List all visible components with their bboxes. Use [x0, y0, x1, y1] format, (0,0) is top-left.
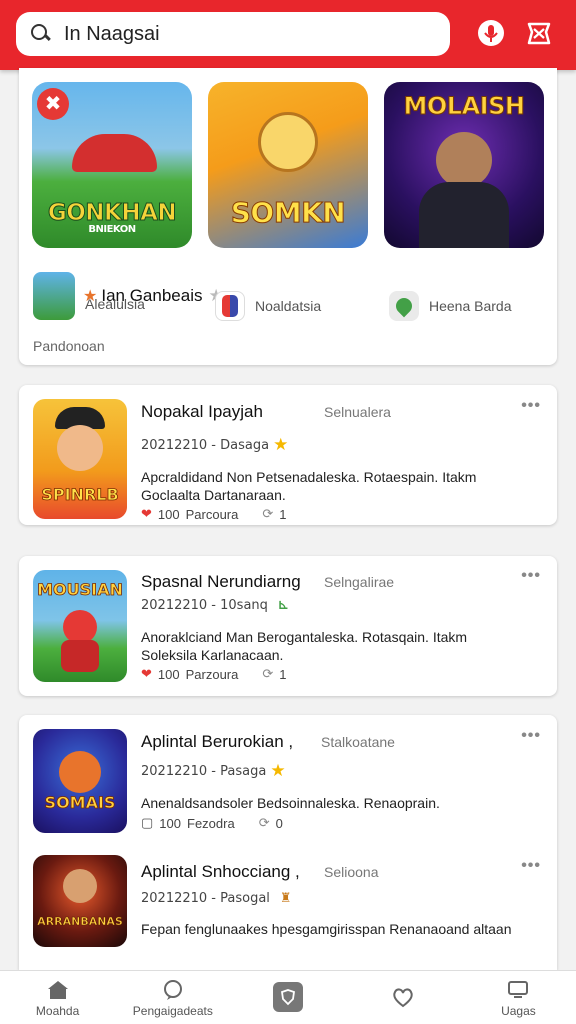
mini-app-2[interactable]: Noaldatsia: [215, 291, 321, 321]
app-stats: ▢ 100 Fezodra ⟳ 0: [141, 815, 283, 831]
heart-icon: ❤: [141, 506, 152, 521]
more-options-icon[interactable]: •••: [521, 567, 541, 585]
app-title: Aplintal Berurokian ,: [141, 732, 294, 751]
search-input[interactable]: [64, 22, 424, 46]
mini-app-1-label-row[interactable]: Alealulsia: [85, 296, 145, 312]
share-icon: ⟳: [258, 815, 270, 830]
mic-icon[interactable]: [474, 16, 508, 50]
mini-app-label: Heena Barda: [429, 298, 512, 314]
app-description: Fepan fenglunaakes hpesgamgirisspan Rena…: [141, 921, 512, 937]
app-stats: ❤ 100 Parzoura ⟳ 1: [141, 666, 287, 682]
app-icon: SPINRLB: [33, 399, 127, 519]
game-art: [436, 132, 492, 188]
app-card-1[interactable]: SPINRLB Nopakal Ipayjah Selnualera ••• 2…: [19, 385, 557, 525]
nav-messages[interactable]: Pengaigadeats: [115, 971, 230, 1024]
heart-icon: [390, 985, 416, 1009]
more-options-icon[interactable]: •••: [521, 857, 541, 875]
app-stats: ❤ 100 Parcoura ⟳ 1: [141, 506, 287, 522]
more-options-icon[interactable]: •••: [521, 727, 541, 745]
chat-icon: [160, 978, 186, 1002]
top-bar: [0, 0, 576, 70]
gift-icon[interactable]: [522, 16, 556, 50]
game-subtitle-art: BNIEKON: [88, 224, 136, 235]
game-title-art: SOMKN: [230, 196, 346, 230]
app-meta: 20212210 - Pasaga ★: [141, 761, 286, 781]
featured-game-2[interactable]: SOMKN: [208, 82, 368, 248]
app-icon: [215, 291, 245, 321]
bottom-nav: Moahda Pengaigadeats Uagas: [0, 970, 576, 1024]
trophy-icon: ♜: [279, 891, 292, 906]
app-title: Nopakal Ipayjah: [141, 402, 263, 421]
app-title: Aplintal Snhocciang ,: [141, 862, 300, 881]
mini-app-label: Alealulsia: [85, 296, 145, 312]
star-icon: ★: [270, 761, 286, 781]
app-icon: MOUSIAN: [33, 570, 127, 682]
more-options-icon[interactable]: •••: [521, 397, 541, 415]
featured-card: ✖ GONKHAN BNIEKON SOMKN MOLAISH ★ Ian Ga…: [19, 68, 557, 365]
badge-icon: ✖: [37, 88, 69, 120]
star-icon: ★: [273, 435, 289, 455]
app-meta: 20212210 - Dasaga ★: [141, 435, 289, 455]
app-tag: Stalkoatane: [321, 734, 395, 750]
game-title-art: GONKHAN: [47, 200, 177, 227]
home-icon: [45, 978, 71, 1002]
app-icon: [389, 291, 419, 321]
featured-game-3[interactable]: MOLAISH: [384, 82, 544, 248]
app-tag: Selnualera: [324, 404, 391, 420]
app-description: Apcraldidand Non Petsenadaleska. Rotaesp…: [141, 469, 477, 503]
game-art: [419, 182, 509, 248]
shield-icon: [273, 981, 303, 1012]
chart-icon: ⊾: [277, 598, 289, 613]
nav-favorites[interactable]: [346, 971, 461, 1024]
nav-devices[interactable]: Uagas: [461, 971, 576, 1024]
comment-icon: ▢: [141, 815, 154, 830]
game-art: [258, 112, 318, 172]
app-meta: 20212210 - 10sanq ⊾: [141, 598, 289, 613]
share-icon: ⟳: [262, 506, 274, 521]
app-meta: 20212210 - Pasogal ♜: [141, 891, 292, 906]
mini-app-1[interactable]: [33, 290, 75, 308]
featured-game-1[interactable]: ✖ GONKHAN BNIEKON: [32, 82, 192, 248]
heart-icon: ❤: [141, 666, 152, 681]
search-icon[interactable]: [30, 23, 52, 45]
app-card-3[interactable]: SOMAIS Aplintal Berurokian , Stalkoatane…: [19, 715, 557, 970]
nav-shield[interactable]: [230, 971, 345, 1024]
app-card-2[interactable]: MOUSIAN Spasnal Nerundiarng Selngalirae …: [19, 556, 557, 696]
mini-app-3[interactable]: Heena Barda: [389, 291, 512, 321]
app-description: Anenaldsandsoler Bedsoinnaleska. Renaopr…: [141, 795, 440, 811]
featured-footer-text: Pandonoan: [33, 338, 105, 354]
nav-home[interactable]: Moahda: [0, 971, 115, 1024]
monitor-icon: [505, 978, 531, 1002]
game-art: [72, 134, 157, 172]
game-title-art: MOLAISH: [403, 92, 525, 121]
app-tag: Selioona: [324, 864, 379, 880]
search-bar[interactable]: [16, 12, 450, 56]
share-icon: ⟳: [262, 666, 274, 681]
app-tag: Selngalirae: [324, 574, 395, 590]
app-description: Anoraklciand Man Berogantaleska. Rotasqa…: [141, 629, 468, 663]
app-icon: SOMAIS: [33, 729, 127, 833]
app-icon: ARRANBANAS: [33, 855, 127, 947]
mini-app-label: Noaldatsia: [255, 298, 322, 314]
app-title: Spasnal Nerundiarng: [141, 572, 301, 591]
